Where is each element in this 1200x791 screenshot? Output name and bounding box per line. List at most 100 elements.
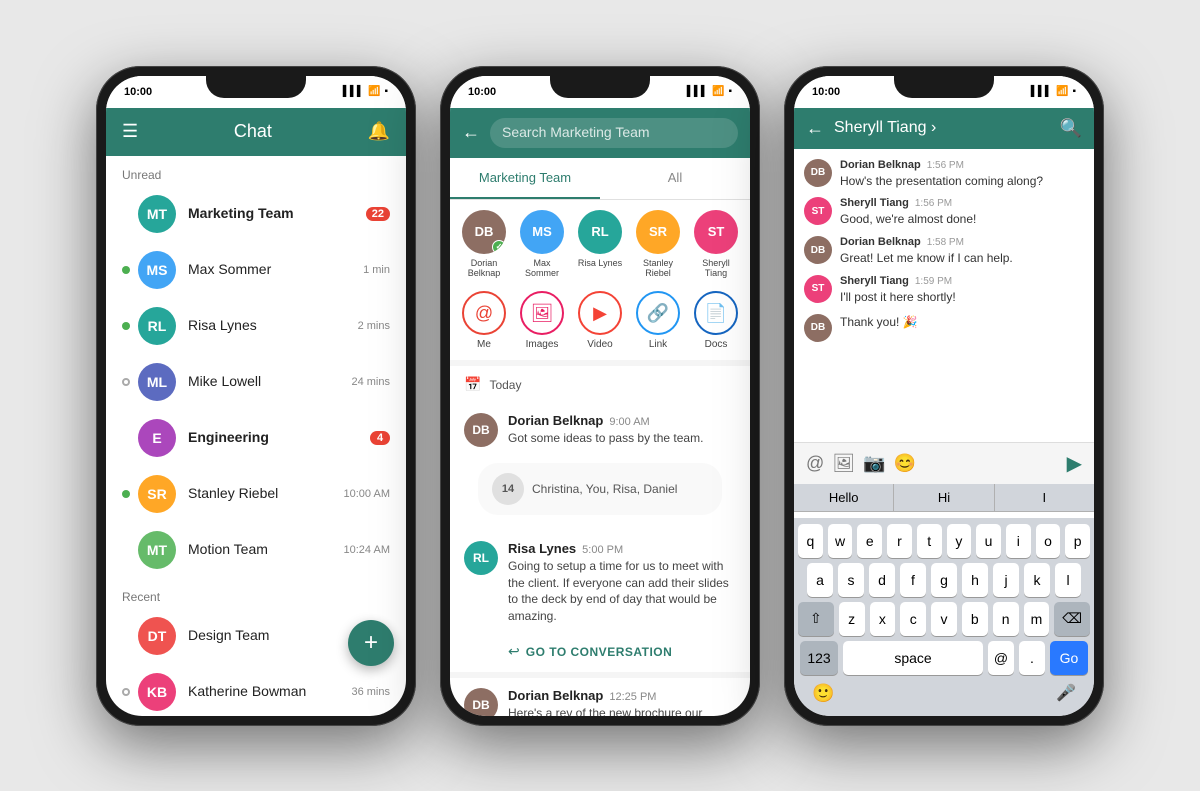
chat-item-engineering[interactable]: E Engineering 4	[106, 410, 406, 466]
person-avatar-risa2: RL	[578, 210, 622, 254]
kbd-row-1: q w e r t y u i o p	[798, 524, 1090, 558]
status-bar-2: 10:00 ▌▌▌ 📶 ▪	[450, 76, 750, 108]
key-m[interactable]: m	[1024, 602, 1050, 636]
key-space[interactable]: space	[843, 641, 983, 675]
send-button[interactable]: ▶	[1067, 451, 1082, 476]
image-icon[interactable]: 🖼	[832, 453, 855, 474]
msg-meta-sheryll-2: Sheryll Tiang 1:59 PM	[840, 275, 1084, 287]
search-conv-button[interactable]: 🔍	[1060, 118, 1082, 139]
key-period[interactable]: .	[1019, 641, 1045, 675]
kbd-row-2: a s d f g h j k l	[798, 563, 1090, 597]
chat-item-katherine[interactable]: KB Katherine Bowman 36 mins	[106, 664, 406, 716]
filter-docs[interactable]: 📄 Docs	[690, 291, 742, 350]
suggestion-hi[interactable]: Hi	[894, 484, 994, 511]
chat-item-mike-lowell[interactable]: ML Mike Lowell 24 mins	[106, 354, 406, 410]
key-h[interactable]: h	[962, 563, 988, 597]
chat-time-max: 1 min	[363, 264, 390, 276]
phone-3-screen: 10:00 ▌▌▌ 📶 ▪ ← Sheryll Tiang › 🔍 DB	[794, 76, 1094, 716]
conv-header: ← Sheryll Tiang › 🔍	[794, 108, 1094, 149]
key-c[interactable]: c	[900, 602, 926, 636]
wifi-icon-2: 📶	[712, 86, 724, 97]
camera-icon[interactable]: 📷	[863, 453, 885, 474]
key-u[interactable]: u	[976, 524, 1001, 558]
compose-fab[interactable]: +	[348, 620, 394, 666]
chat-avatar-design: DT	[138, 617, 176, 655]
emoji-reaction-icon[interactable]: 😊	[894, 453, 916, 474]
key-g[interactable]: g	[931, 563, 957, 597]
filter-images-icon: 🖼	[520, 291, 564, 335]
person-stanley[interactable]: SR Stanley Riebel	[632, 210, 684, 280]
msg-time-dorian-1: 1:56 PM	[927, 160, 964, 171]
key-b[interactable]: b	[962, 602, 988, 636]
person-sheryll[interactable]: ST Sheryll Tiang	[690, 210, 742, 280]
key-v[interactable]: v	[931, 602, 957, 636]
key-a[interactable]: a	[807, 563, 833, 597]
person-name-stanley: Stanley Riebel	[632, 258, 684, 280]
bell-icon[interactable]: 🔔	[368, 121, 390, 142]
key-w[interactable]: w	[828, 524, 853, 558]
back-button-2[interactable]: ←	[462, 122, 480, 143]
key-o[interactable]: o	[1036, 524, 1061, 558]
date-label: Today	[489, 378, 521, 392]
suggestion-hello[interactable]: Hello	[794, 484, 894, 511]
key-d[interactable]: d	[869, 563, 895, 597]
search-msg-name-dorian2: Dorian Belknap	[508, 688, 603, 703]
chat-item-max-sommer[interactable]: MS Max Sommer 1 min	[106, 242, 406, 298]
emoji-key[interactable]: 🙂	[806, 679, 840, 708]
chat-item-stanley[interactable]: SR Stanley Riebel 10:00 AM	[106, 466, 406, 522]
key-f[interactable]: f	[900, 563, 926, 597]
msg-text-sheryll-2: I'll post it here shortly!	[840, 289, 1084, 306]
key-r[interactable]: r	[887, 524, 912, 558]
suggestion-i[interactable]: I	[995, 484, 1094, 511]
key-k[interactable]: k	[1024, 563, 1050, 597]
filter-link[interactable]: 🔗 Link	[632, 291, 684, 350]
chat-item-risa[interactable]: RL Risa Lynes 2 mins	[106, 298, 406, 354]
back-button-3[interactable]: ←	[806, 118, 824, 139]
key-e[interactable]: e	[857, 524, 882, 558]
chat-app-header: ☰ Chat 🔔	[106, 108, 406, 156]
key-at[interactable]: @	[988, 641, 1014, 675]
key-123[interactable]: 123	[800, 641, 838, 675]
filter-video[interactable]: ▶ Video	[574, 291, 626, 350]
menu-icon[interactable]: ☰	[122, 121, 138, 142]
unread-label: Unread	[106, 156, 406, 186]
person-mike-lowell[interactable]: ML Mike Lowell	[748, 210, 750, 280]
key-n[interactable]: n	[993, 602, 1019, 636]
person-max[interactable]: MS Max Sommer	[516, 210, 568, 280]
key-t[interactable]: t	[917, 524, 942, 558]
person-risa[interactable]: RL Risa Lynes	[574, 210, 626, 280]
person-dorian[interactable]: DB ✓ Dorian Belknap	[458, 210, 510, 280]
msg-time-sheryll-1: 1:56 PM	[915, 198, 952, 209]
chat-avatar-max: MS	[138, 251, 176, 289]
key-s[interactable]: s	[838, 563, 864, 597]
search-msg-name-risa: Risa Lynes	[508, 541, 576, 556]
chat-avatar-engineering: E	[138, 419, 176, 457]
go-to-conversation[interactable]: ↩ GO TO CONVERSATION	[450, 635, 750, 672]
filter-slides[interactable]: 📊 Slides	[748, 291, 750, 350]
key-i[interactable]: i	[1006, 524, 1031, 558]
mic-key[interactable]: 🎤	[1050, 679, 1082, 708]
key-j[interactable]: j	[993, 563, 1019, 597]
at-icon[interactable]: @	[806, 453, 824, 474]
chat-info-risa: Risa Lynes	[188, 317, 352, 335]
filter-images[interactable]: 🖼 Images	[516, 291, 568, 350]
key-y[interactable]: y	[947, 524, 972, 558]
tab-all[interactable]: All	[600, 158, 750, 199]
chat-item-motion-team[interactable]: MT Motion Team 10:24 AM	[106, 522, 406, 578]
key-p[interactable]: p	[1065, 524, 1090, 558]
key-go[interactable]: Go	[1050, 641, 1088, 675]
chat-info-katherine: Katherine Bowman	[188, 683, 345, 701]
chat-item-marketing-team[interactable]: MT Marketing Team 22	[106, 186, 406, 242]
shift-key[interactable]: ⇧	[798, 602, 834, 636]
filter-me[interactable]: @ Me	[458, 291, 510, 350]
key-l[interactable]: l	[1055, 563, 1081, 597]
tabs-row: Marketing Team All	[450, 158, 750, 200]
key-x[interactable]: x	[870, 602, 896, 636]
tab-marketing-team[interactable]: Marketing Team	[450, 158, 600, 199]
filter-docs-label: Docs	[705, 339, 728, 350]
key-z[interactable]: z	[839, 602, 865, 636]
conv-messages: DB Dorian Belknap 1:56 PM How's the pres…	[794, 149, 1094, 442]
search-input-container[interactable]: Search Marketing Team	[490, 118, 738, 148]
key-q[interactable]: q	[798, 524, 823, 558]
delete-key[interactable]: ⌫	[1054, 602, 1090, 636]
